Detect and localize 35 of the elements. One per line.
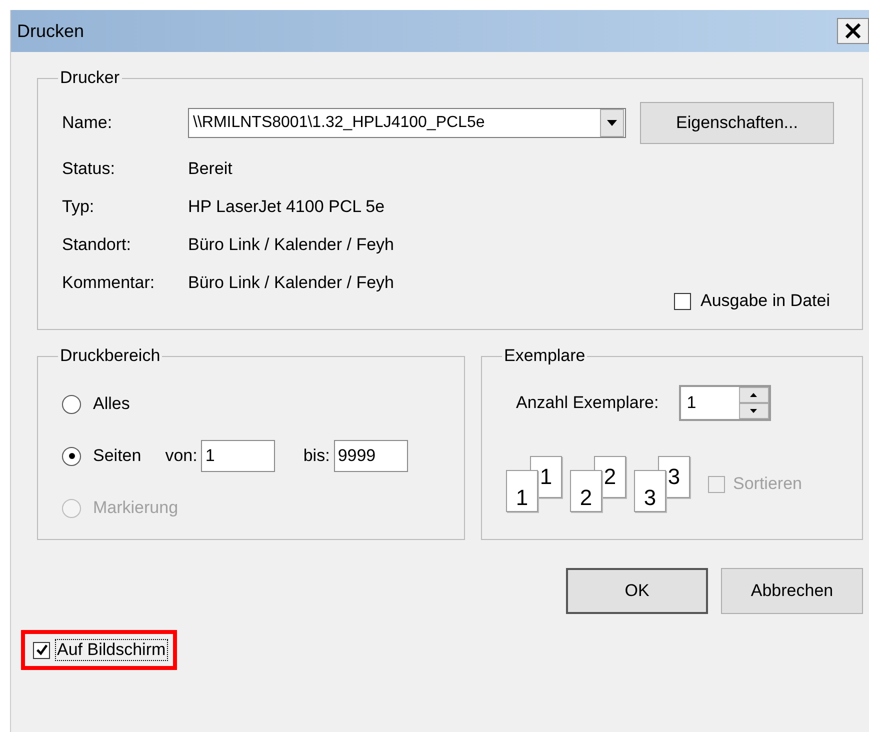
group-title: Drucker xyxy=(59,68,121,88)
radio-button[interactable] xyxy=(62,446,81,466)
checkbox-label[interactable]: Auf Bildschirm xyxy=(56,640,167,660)
group-title: Druckbereich xyxy=(59,346,162,366)
radio-label[interactable]: Seiten xyxy=(93,446,142,466)
properties-button[interactable]: Eigenschaften... xyxy=(640,102,834,144)
printer-dropdown[interactable]: \\RMILNTS8001\1.32_HPLJ4100_PCL5e xyxy=(188,108,626,138)
copies-label: Anzahl Exemplare: xyxy=(516,393,659,413)
info-value: Büro Link / Kalender / Feyh xyxy=(188,235,394,255)
info-value: Bereit xyxy=(188,159,232,179)
window-title: Drucken xyxy=(17,20,84,42)
radio-label[interactable]: Alles xyxy=(93,394,130,414)
info-label: Standort: xyxy=(62,235,132,255)
checkbox-label[interactable]: Ausgabe in Datei xyxy=(700,291,830,311)
close-button[interactable]: × xyxy=(837,18,869,44)
checkbox[interactable] xyxy=(674,292,691,310)
checkbox[interactable] xyxy=(33,642,50,658)
dialog-button[interactable]: Abbrechen xyxy=(721,568,863,614)
dropdown-arrow-icon xyxy=(607,120,617,126)
group-title: Exemplare xyxy=(503,346,586,366)
info-label: Kommentar: xyxy=(62,273,156,293)
info-label: Typ: xyxy=(62,197,96,217)
to-field[interactable]: 9999 xyxy=(334,440,408,472)
up-arrow-icon xyxy=(750,393,758,397)
dialog-button[interactable]: OK xyxy=(566,568,708,614)
from-label: von: xyxy=(165,446,198,466)
down-arrow-icon xyxy=(750,409,758,413)
to-label: bis: xyxy=(303,446,330,466)
copies-spinner[interactable]: 1 xyxy=(678,385,771,421)
info-value: Büro Link / Kalender / Feyh xyxy=(188,273,394,293)
from-field[interactable]: 1 xyxy=(201,440,276,472)
name-label: Name: xyxy=(62,113,114,133)
radio-button[interactable] xyxy=(62,394,81,414)
info-value: HP LaserJet 4100 PCL 5e xyxy=(188,197,385,217)
info-label: Status: xyxy=(62,159,116,179)
